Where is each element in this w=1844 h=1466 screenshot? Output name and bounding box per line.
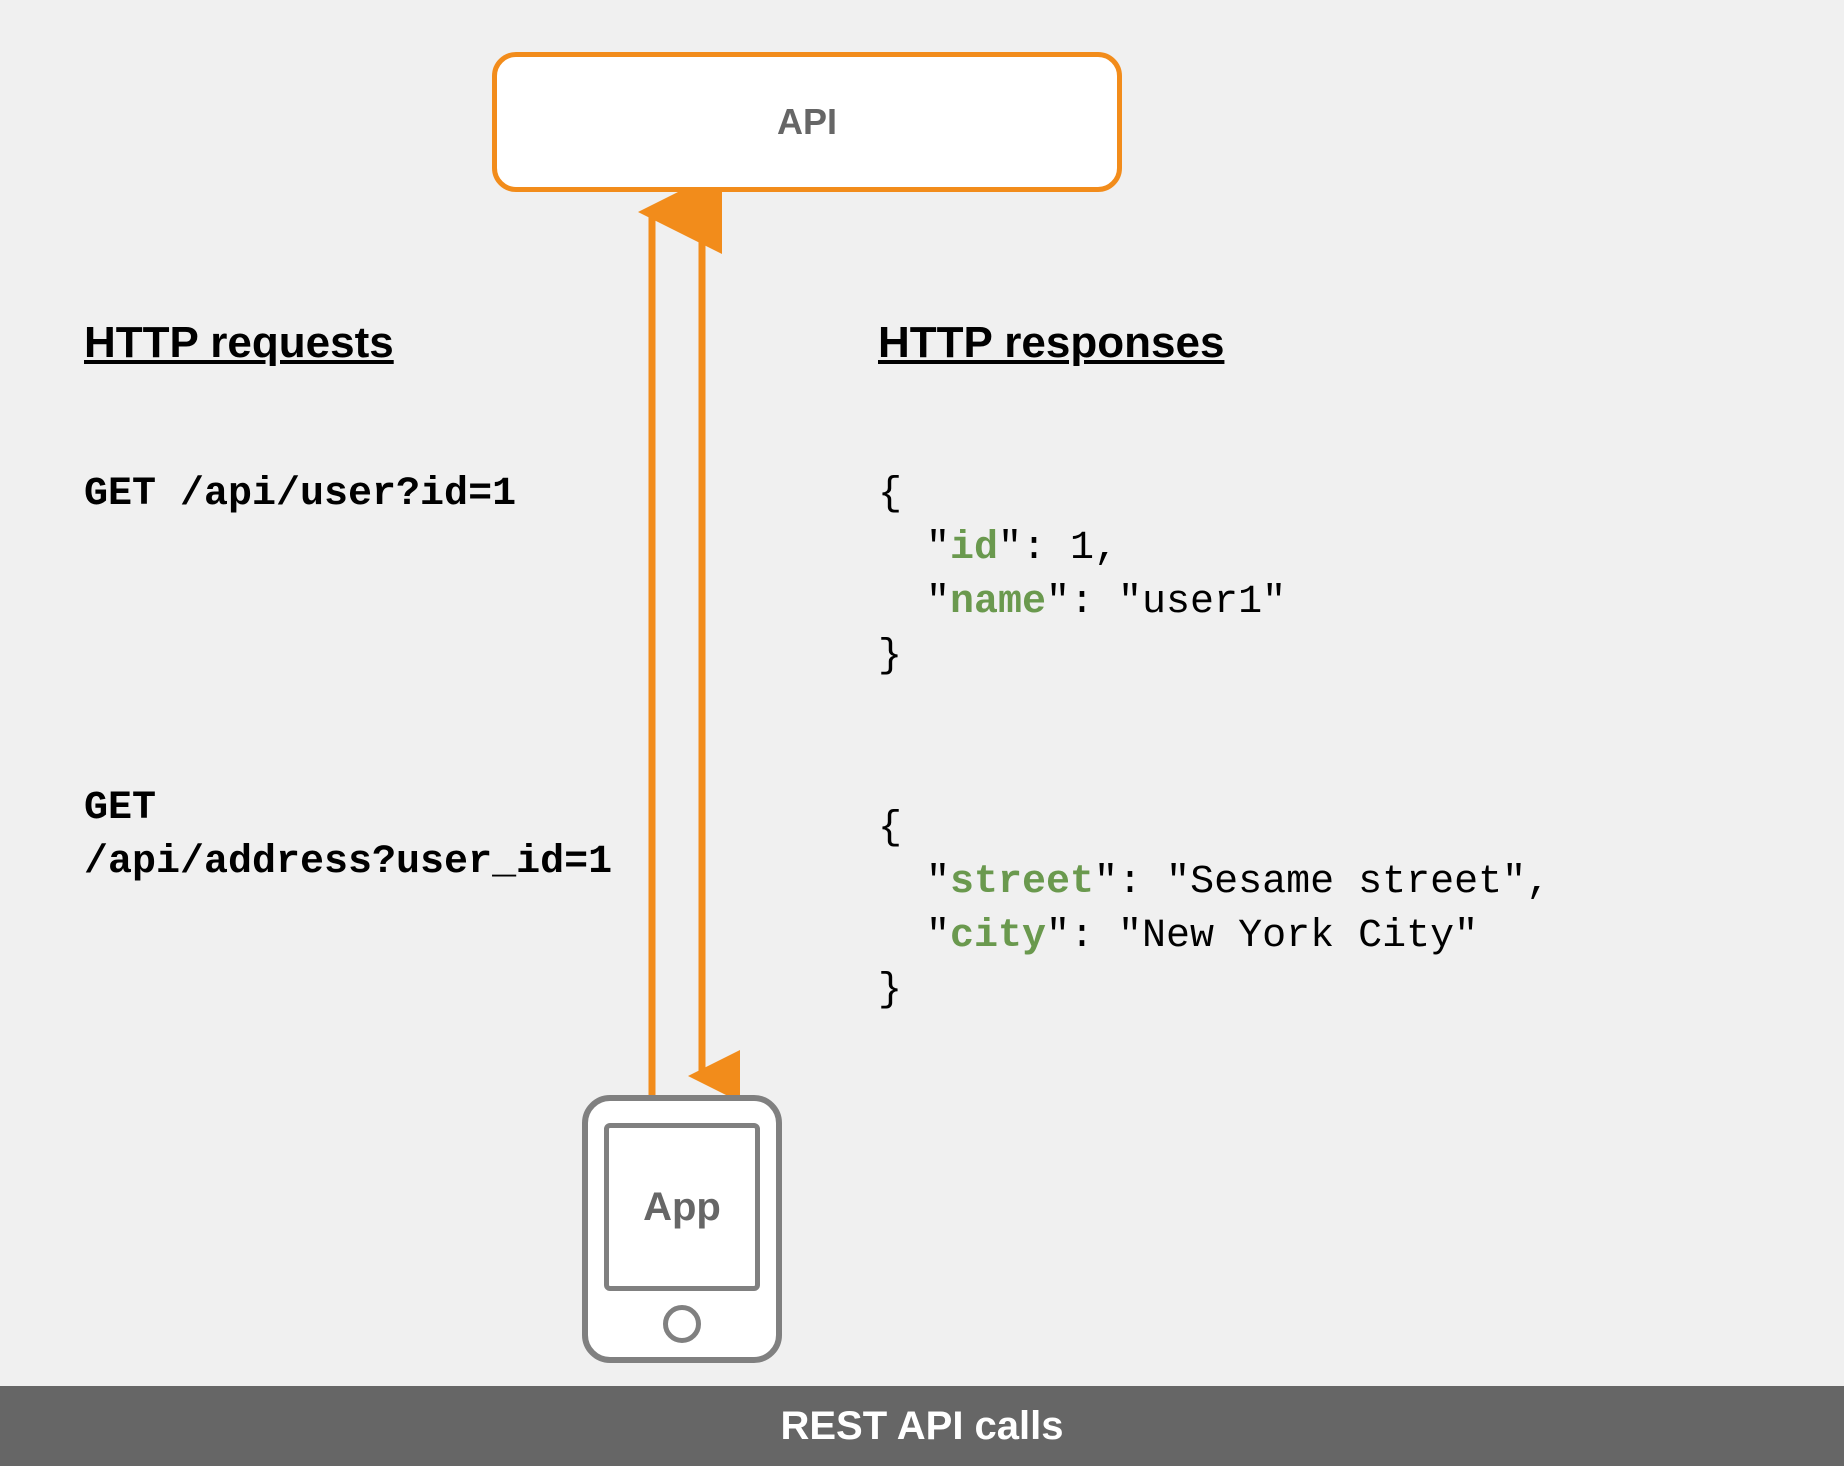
app-label: App: [643, 1185, 721, 1230]
api-node: API: [492, 52, 1122, 192]
diagram-canvas: API App HTTP requests GET /api/user?id=1…: [0, 0, 1844, 1466]
request-1: GET /api/user?id=1: [84, 468, 624, 522]
app-device: App: [582, 1095, 782, 1363]
responses-heading: HTTP responses: [878, 318, 1778, 368]
requests-heading: HTTP requests: [84, 318, 624, 368]
api-label: API: [777, 101, 837, 143]
responses-column: HTTP responses { "id": 1, "name": "user1…: [878, 318, 1778, 1018]
footer-bar: REST API calls: [0, 1386, 1844, 1466]
home-button-icon: [663, 1305, 701, 1343]
arrows: [610, 192, 740, 1096]
requests-column: HTTP requests GET /api/user?id=1 GET /ap…: [84, 318, 624, 890]
response-1: { "id": 1, "name": "user1" }: [878, 468, 1778, 684]
response-2: { "street": "Sesame street", "city": "Ne…: [878, 802, 1778, 1018]
app-screen: App: [604, 1123, 760, 1291]
request-2: GET /api/address?user_id=1: [84, 782, 624, 890]
footer-label: REST API calls: [780, 1404, 1063, 1449]
